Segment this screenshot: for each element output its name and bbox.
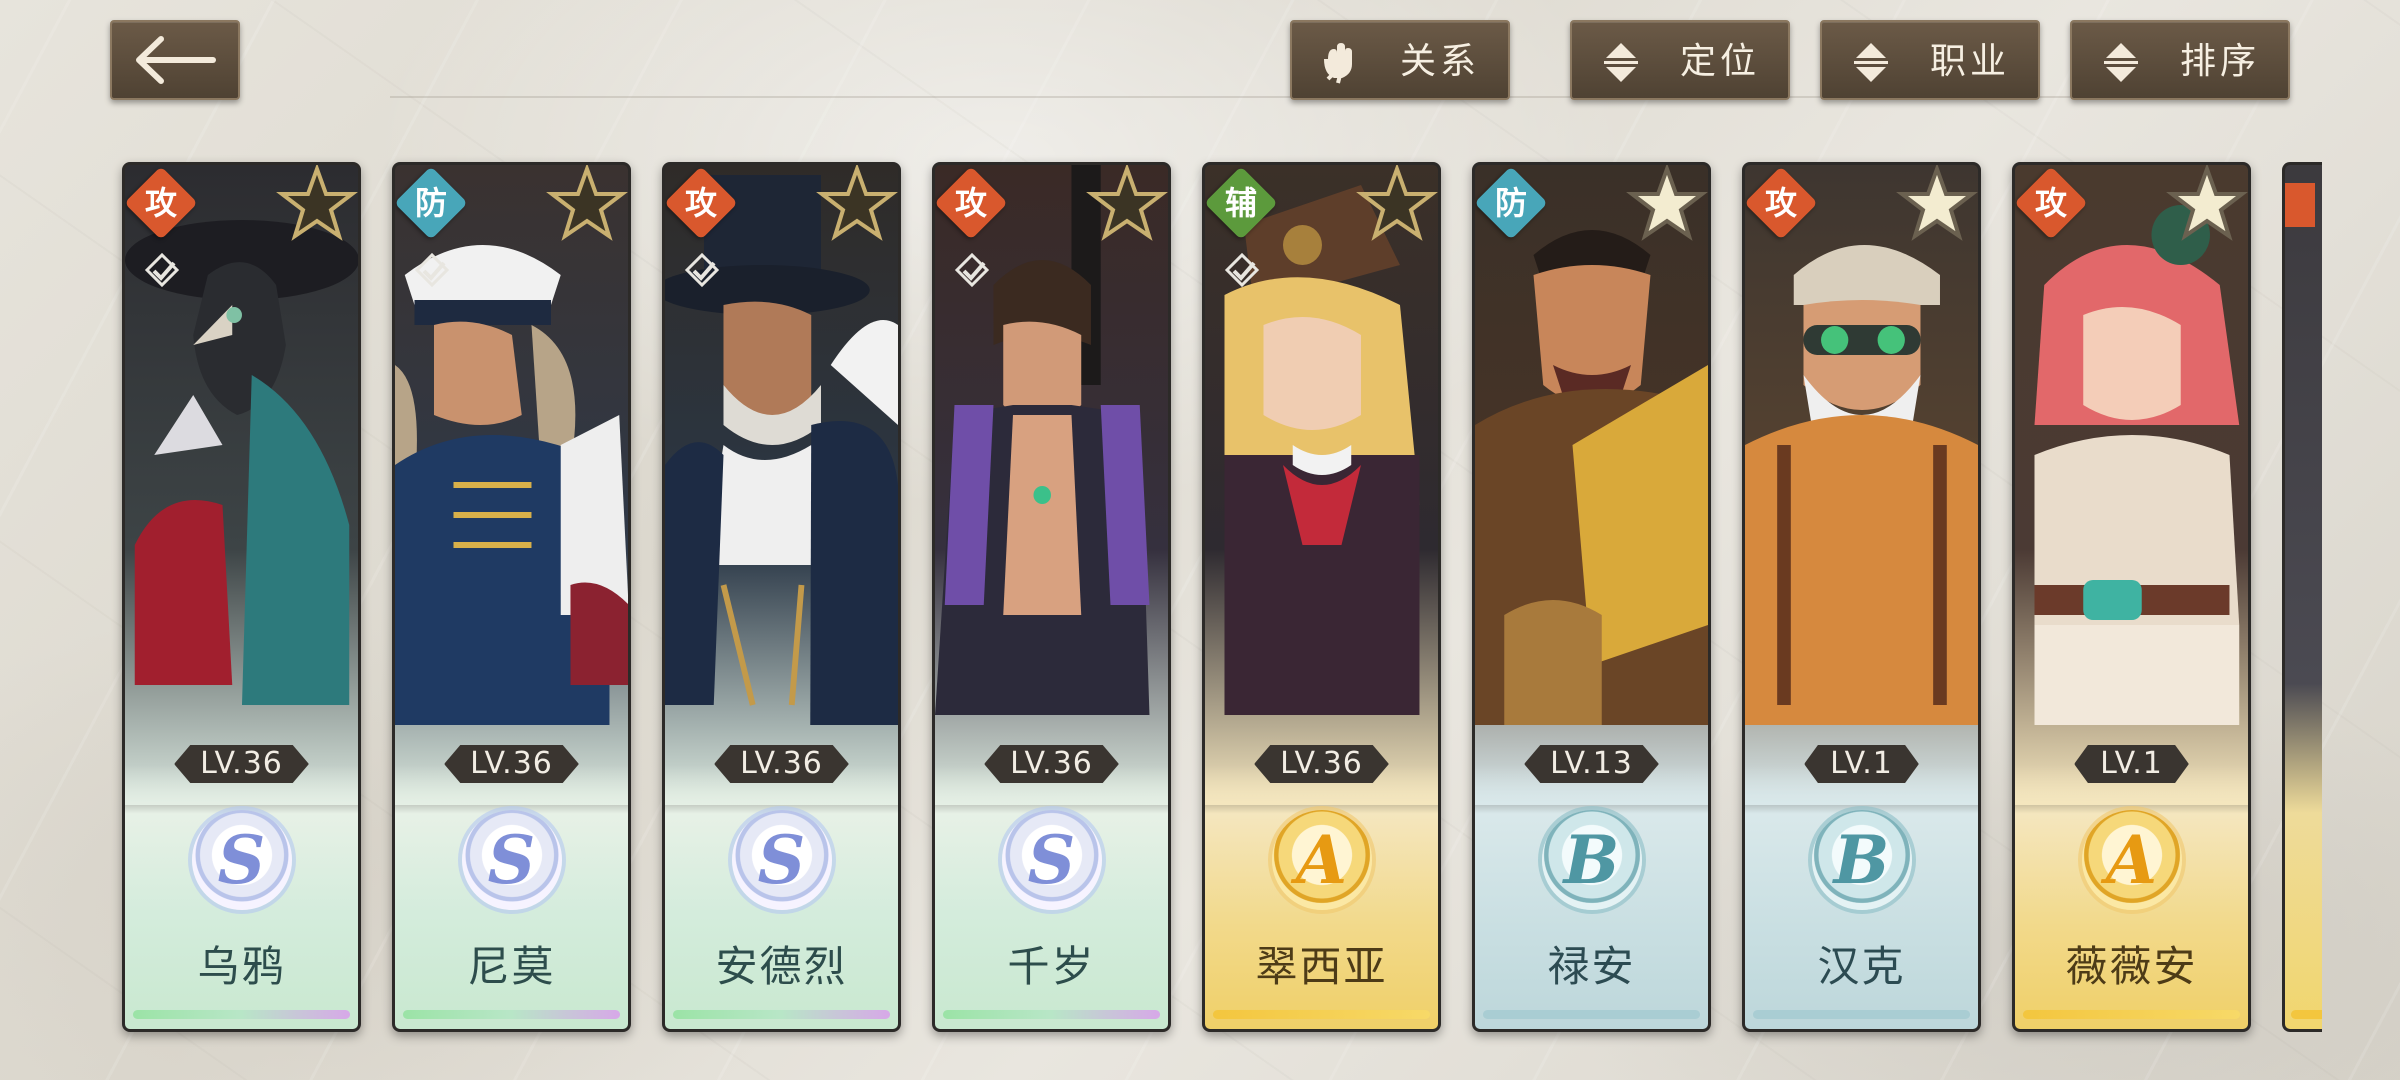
star-icon bbox=[546, 165, 628, 241]
role-badge-label: 辅 bbox=[1224, 184, 1257, 222]
star-icon bbox=[816, 165, 898, 241]
role-badge bbox=[2285, 183, 2315, 227]
level-label: LV.36 bbox=[714, 745, 849, 783]
back-button[interactable] bbox=[110, 20, 240, 100]
check-diamond-icon bbox=[414, 252, 450, 288]
rank-medal: S bbox=[461, 810, 562, 910]
sort-button-label: 排序 bbox=[2179, 41, 2260, 82]
character-card-luan[interactable]: 防 LV.13 B 禄安 bbox=[1472, 162, 1711, 1032]
role-badge-label: 防 bbox=[414, 184, 447, 222]
character-card-crow[interactable]: 攻 LV.36 S 乌鸦 bbox=[122, 162, 361, 1032]
sort-button[interactable]: 排序 bbox=[2070, 20, 2290, 100]
rank-medal: S bbox=[731, 810, 832, 910]
character-portrait bbox=[2015, 165, 2248, 805]
star-icon bbox=[2166, 165, 2248, 241]
star-icon bbox=[1896, 165, 1978, 241]
star-icon bbox=[1626, 165, 1708, 241]
check-diamond-icon bbox=[954, 252, 990, 288]
character-name: 安德烈 bbox=[715, 942, 848, 991]
character-card-andre[interactable]: 攻 LV.36 S 安德烈 bbox=[662, 162, 901, 1032]
role-badge-label: 攻 bbox=[684, 184, 717, 222]
level-label: LV.36 bbox=[174, 745, 309, 783]
position-filter-button[interactable]: 定位 bbox=[1570, 20, 1790, 100]
level-label: LV.1 bbox=[1804, 745, 1919, 783]
character-portrait bbox=[1475, 165, 1708, 805]
character-card-tricia[interactable]: 辅 LV.36 A 翠西亚 bbox=[1202, 162, 1441, 1032]
arrow-left-icon bbox=[136, 36, 216, 84]
role-badge-label: 防 bbox=[1494, 184, 1527, 222]
character-card-chitose[interactable]: 攻 LV.36 S 千岁 bbox=[932, 162, 1171, 1032]
rank-medal: B bbox=[1541, 810, 1642, 910]
character-name: 薇薇安 bbox=[2065, 942, 2198, 991]
star-icon bbox=[1356, 165, 1438, 241]
position-filter-label: 定位 bbox=[1679, 41, 1760, 82]
sort-arrows-icon bbox=[1604, 43, 1638, 82]
character-portrait bbox=[1745, 165, 1978, 805]
check-diamond-icon bbox=[1224, 252, 1260, 288]
star-icon bbox=[276, 165, 358, 241]
rank-medal: A bbox=[1271, 810, 1372, 910]
level-label: LV.36 bbox=[984, 745, 1119, 783]
character-name: 尼莫 bbox=[467, 942, 556, 991]
rarity-bar bbox=[1753, 1010, 1970, 1019]
check-diamond-icon bbox=[144, 252, 180, 288]
level-label: LV.36 bbox=[444, 745, 579, 783]
rarity-bar bbox=[1213, 1010, 1430, 1019]
rarity-bar bbox=[673, 1010, 890, 1019]
character-name: 千岁 bbox=[1007, 942, 1096, 991]
sort-arrows-icon bbox=[1854, 43, 1888, 82]
career-filter-label: 职业 bbox=[1929, 41, 2010, 82]
check-diamond-icon bbox=[684, 252, 720, 288]
career-filter-button[interactable]: 职业 bbox=[1820, 20, 2040, 100]
relation-button-label: 关系 bbox=[1399, 41, 1480, 82]
rank-medal: A bbox=[2081, 810, 2182, 910]
gloves-icon bbox=[1324, 43, 1352, 84]
rarity-bar bbox=[2023, 1010, 2240, 1019]
level-label: LV.36 bbox=[1254, 745, 1389, 783]
level-label: LV.13 bbox=[1524, 745, 1659, 783]
role-badge-label: 攻 bbox=[1764, 184, 1797, 222]
rank-medal: S bbox=[1001, 810, 1102, 910]
rarity-bar bbox=[1483, 1010, 1700, 1019]
role-badge-label: 攻 bbox=[954, 184, 987, 222]
rarity-bar bbox=[403, 1010, 620, 1019]
character-name: 翠西亚 bbox=[1255, 942, 1388, 991]
character-card-hank[interactable]: 攻 LV.1 B 汉克 bbox=[1742, 162, 1981, 1032]
rank-medal: S bbox=[191, 810, 292, 910]
level-label: LV.1 bbox=[2074, 745, 2189, 783]
character-name: 汉克 bbox=[1817, 942, 1906, 991]
rarity-bar bbox=[133, 1010, 350, 1019]
character-card-partial[interactable] bbox=[2282, 162, 2322, 1032]
character-card-nemo[interactable]: 防 LV.36 S 尼莫 bbox=[392, 162, 631, 1032]
relation-button[interactable]: 关系 bbox=[1290, 20, 1510, 100]
role-badge-label: 攻 bbox=[2034, 184, 2067, 222]
character-card-vivian[interactable]: 攻 LV.1 A 薇薇安 bbox=[2012, 162, 2251, 1032]
rarity-bar bbox=[943, 1010, 1160, 1019]
role-badge-label: 攻 bbox=[144, 184, 177, 222]
star-icon bbox=[1086, 165, 1168, 241]
character-name: 禄安 bbox=[1547, 942, 1636, 991]
sort-arrows-icon bbox=[2104, 43, 2138, 82]
character-name: 乌鸦 bbox=[197, 942, 286, 991]
rarity-bar bbox=[2291, 1010, 2322, 1019]
rank-medal: B bbox=[1811, 810, 1912, 910]
